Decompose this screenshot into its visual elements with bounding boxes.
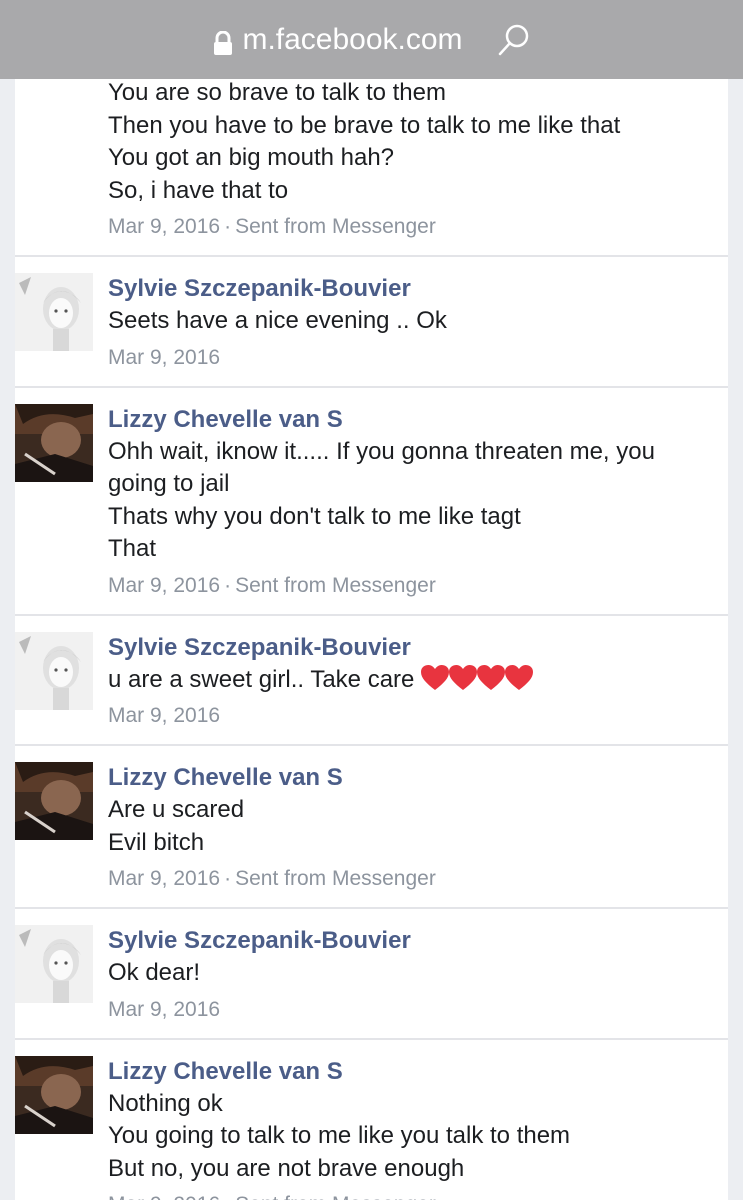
- separator-dot: ·: [224, 867, 232, 890]
- message-text-content: You going to talk to me like you talk to…: [108, 1122, 571, 1149]
- message-text: going to jail: [108, 468, 718, 501]
- heart-emojis: [420, 664, 534, 692]
- message-text: Nothing ok: [108, 1088, 718, 1121]
- lock-icon: [212, 29, 234, 55]
- message-item: You are so brave to talk to them Then you…: [15, 79, 728, 257]
- message-text: u are a sweet girl.. Take care: [108, 664, 718, 697]
- search-icon[interactable]: [497, 23, 531, 57]
- message-date[interactable]: Mar 9, 2016: [108, 1193, 220, 1200]
- avatar-lizzy[interactable]: [15, 762, 93, 840]
- message-meta: Mar 9, 2016·Sent from Messenger: [108, 213, 718, 241]
- message-date[interactable]: Mar 9, 2016: [108, 346, 220, 369]
- message-text-content: Are u scared: [108, 796, 245, 823]
- separator-dot: ·: [224, 1193, 231, 1200]
- message-text: That: [108, 533, 718, 566]
- message-source: Sent from Messenger: [235, 573, 436, 597]
- avatar-lizzy[interactable]: [15, 1055, 93, 1134]
- author-name[interactable]: Lizzy Chevelle van S: [108, 746, 718, 794]
- message-text: But no, you are not brave enough: [108, 1153, 718, 1186]
- message-text-content: You are so brave to talk to them: [108, 79, 446, 106]
- heart-emoji: [421, 665, 450, 691]
- url-text[interactable]: m.facebook.com: [242, 23, 462, 57]
- avatar-lizzy[interactable]: [15, 403, 93, 482]
- message-date[interactable]: Mar 9, 2016: [108, 574, 220, 597]
- separator-dot: ·: [224, 573, 232, 597]
- heart-emoji: [477, 665, 506, 691]
- message-source: Sent from Messenger: [235, 1193, 436, 1200]
- avatar-sylvie[interactable]: [15, 631, 93, 710]
- message-meta: Mar 9, 2016: [108, 702, 718, 730]
- message-text-content: But no, you are not brave enough: [108, 1154, 465, 1182]
- message-text: So, i have that to: [108, 175, 718, 208]
- message-text-content: Seets have a nice evening .. Ok: [108, 307, 447, 334]
- message-text-content: Then you have to be brave to talk to me …: [108, 111, 621, 139]
- message-meta: Mar 9, 2016·Sent from Messenger: [108, 572, 718, 600]
- message-text-content: Nothing ok: [108, 1089, 223, 1117]
- message-date[interactable]: Mar 9, 2016: [108, 704, 220, 727]
- message-source: Sent from Messenger: [235, 215, 436, 238]
- heart-emoji: [449, 665, 478, 691]
- message-text-content: Thats why you don't talk to me like tagt: [108, 502, 521, 530]
- message-item: Sylvie Szczepanik-Bouvier u are a sweet g…: [15, 616, 728, 746]
- message-item: Lizzy Chevelle van S Ohh wait, iknow it..…: [15, 388, 728, 616]
- message-text: You going to talk to me like you talk to…: [108, 1120, 718, 1153]
- message-item: Sylvie Szczepanik-Bouvier Ok dear! Mar 9, …: [15, 909, 728, 1040]
- author-name[interactable]: Lizzy Chevelle van S: [108, 1040, 718, 1088]
- message-text-content: You got an big mouth hah?: [108, 144, 395, 171]
- message-text: You are so brave to talk to them: [108, 79, 718, 110]
- message-text-content: going to jail: [108, 470, 230, 497]
- message-text-content: So, i have that to: [108, 176, 289, 204]
- message-text: Thats why you don't talk to me like tagt: [108, 501, 718, 534]
- message-text-content: That: [108, 535, 157, 562]
- message-list: You are so brave to talk to them Then you…: [15, 79, 728, 1200]
- message-text: Evil bitch: [108, 827, 718, 860]
- message-meta: Mar 9, 2016: [108, 996, 718, 1024]
- message-text: You got an big mouth hah?: [108, 142, 718, 175]
- message-text-content: Ok dear!: [108, 959, 201, 986]
- message-item: Lizzy Chevelle van S Nothing ok You going …: [15, 1040, 728, 1200]
- message-text-content: Ohh wait, iknow it..... If you gonna thr…: [108, 437, 655, 465]
- message-text-content: Evil bitch: [108, 828, 205, 856]
- message-text: Ohh wait, iknow it..... If you gonna thr…: [108, 436, 718, 469]
- browser-url-bar[interactable]: m.facebook.com: [0, 0, 743, 79]
- separator-dot: ·: [224, 215, 232, 238]
- message-meta: Mar 9, 2016 · Sent from Messenger: [108, 1191, 718, 1200]
- message-text-content: u are a sweet girl.. Take care: [108, 665, 415, 693]
- heart-emoji: [505, 665, 534, 691]
- message-meta: Mar 9, 2016: [108, 344, 718, 372]
- avatar-sylvie[interactable]: [15, 273, 93, 351]
- author-name[interactable]: Sylvie Szczepanik-Bouvier: [108, 909, 718, 957]
- avatar-sylvie[interactable]: [15, 925, 93, 1003]
- message-text: Seets have a nice evening .. Ok: [108, 305, 718, 338]
- author-name[interactable]: Lizzy Chevelle van S: [108, 388, 718, 436]
- message-text: Then you have to be brave to talk to me …: [108, 110, 718, 143]
- message-date[interactable]: Mar 9, 2016: [108, 215, 220, 238]
- message-meta: Mar 9, 2016·Sent from Messenger: [108, 865, 718, 893]
- message-item: Lizzy Chevelle van S Are u scared Evil bit…: [15, 746, 728, 909]
- author-name[interactable]: Sylvie Szczepanik-Bouvier: [108, 616, 718, 664]
- message-text: Are u scared: [108, 794, 718, 827]
- author-name[interactable]: Sylvie Szczepanik-Bouvier: [108, 257, 718, 305]
- message-date[interactable]: Mar 9, 2016: [108, 998, 220, 1021]
- message-item: Sylvie Szczepanik-Bouvier Seets have a ni…: [15, 257, 728, 388]
- message-text: Ok dear!: [108, 957, 718, 990]
- message-source: Sent from Messenger: [235, 867, 436, 890]
- message-date[interactable]: Mar 9, 2016: [108, 867, 220, 890]
